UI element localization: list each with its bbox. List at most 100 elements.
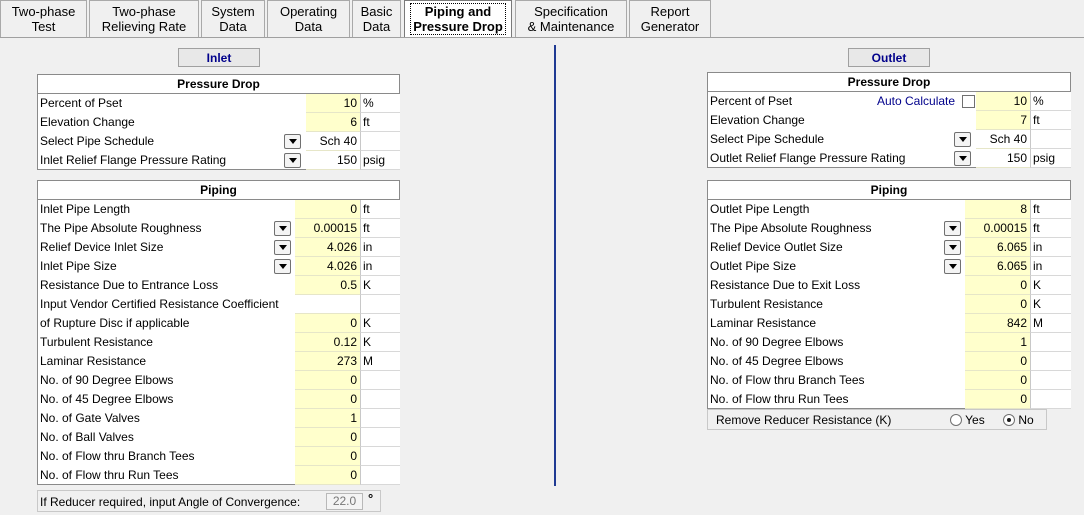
branch-tees-input[interactable]: 0 <box>295 447 360 466</box>
reducer-angle-input[interactable]: 22.0 <box>326 493 363 510</box>
inlet-pressure-drop-panel: Pressure Drop Percent of Pset 10 % Eleva… <box>37 74 400 170</box>
chevron-down-icon[interactable] <box>944 221 961 236</box>
tab-label: Specification & Maintenance <box>528 4 615 34</box>
unit-label: ft <box>1030 200 1071 219</box>
tab-line2: Relieving Rate <box>101 19 187 34</box>
outlet-percent-pset-input[interactable]: 10 <box>976 92 1030 111</box>
outlet-pipe-schedule-row: Select Pipe Schedule Sch 40 <box>708 130 1071 149</box>
tab-line1: System <box>211 4 255 19</box>
outlet-elbows-90-input[interactable]: 1 <box>965 333 1030 352</box>
radio-no-label: No <box>1018 413 1034 427</box>
unit-label: M <box>1030 314 1071 333</box>
entrance-loss-input[interactable]: 0.5 <box>295 276 360 295</box>
outlet-run-tees-input[interactable]: 0 <box>965 390 1030 409</box>
unit-label: K <box>360 333 400 352</box>
row-label: Percent of Pset <box>40 96 123 110</box>
tab-label: Two-phase Relieving Rate <box>102 4 187 34</box>
unit-label <box>1030 130 1071 149</box>
unit-label <box>360 390 400 409</box>
outlet-pipe-length-input[interactable]: 8 <box>965 200 1030 219</box>
elbows-45-input[interactable]: 0 <box>295 390 360 409</box>
auto-calculate-checkbox[interactable] <box>962 95 975 108</box>
chevron-down-icon[interactable] <box>274 259 291 274</box>
relief-device-inlet-size-input[interactable]: 4.026 <box>295 238 360 257</box>
tab-report-generator[interactable]: Report Generator <box>629 0 711 37</box>
chevron-down-icon[interactable] <box>274 221 291 236</box>
outlet-branch-tees-input[interactable]: 0 <box>965 371 1030 390</box>
unit-label: in <box>1030 238 1071 257</box>
chevron-down-icon[interactable] <box>954 151 971 166</box>
inlet-percent-pset-row: Percent of Pset 10 % <box>38 94 400 113</box>
outlet-piping-row: Outlet Pipe Length 8 ft <box>708 200 1071 219</box>
inlet-flange-rating-select[interactable]: 150 <box>306 151 360 170</box>
inlet-percent-pset-input[interactable]: 10 <box>306 94 360 113</box>
row-label: No. of Flow thru Branch Tees <box>40 449 195 463</box>
inlet-pipe-schedule-select[interactable]: Sch 40 <box>306 132 360 151</box>
unit-label <box>1030 352 1071 371</box>
outlet-pipe-size-input[interactable]: 6.065 <box>965 257 1030 276</box>
relief-device-outlet-size-input[interactable]: 6.065 <box>965 238 1030 257</box>
inlet-piping-row: No. of Gate Valves 1 <box>38 409 400 428</box>
inlet-pipe-size-input[interactable]: 4.026 <box>295 257 360 276</box>
inlet-section-button[interactable]: Inlet <box>178 48 260 67</box>
unit-label <box>1030 390 1071 409</box>
chevron-down-icon[interactable] <box>944 259 961 274</box>
turbulent-resistance-value[interactable]: 0.12 <box>295 333 360 352</box>
outlet-piping-row: The Pipe Absolute Roughness 0.00015 ft <box>708 219 1071 238</box>
inlet-roughness-input[interactable]: 0.00015 <box>295 219 360 238</box>
inlet-piping-row: of Rupture Disc if applicable 0 K <box>38 314 400 333</box>
laminar-resistance-value[interactable]: 273 <box>295 352 360 371</box>
inlet-pipe-schedule-row: Select Pipe Schedule Sch 40 <box>38 132 400 151</box>
rupture-disc-coefficient-input[interactable]: 0 <box>295 314 360 333</box>
outlet-elevation-change-input[interactable]: 7 <box>976 111 1030 130</box>
outlet-flange-rating-select[interactable]: 150 <box>976 149 1030 168</box>
chevron-down-icon[interactable] <box>944 240 961 255</box>
reducer-yes-option[interactable]: Yes <box>950 413 985 427</box>
tab-operating-data[interactable]: Operating Data <box>267 0 350 37</box>
inlet-elevation-change-input[interactable]: 6 <box>306 113 360 132</box>
radio-yes[interactable] <box>950 414 962 426</box>
outlet-roughness-input[interactable]: 0.00015 <box>965 219 1030 238</box>
tab-piping-pressure-drop[interactable]: Piping and Pressure Drop <box>404 0 512 37</box>
unit-label: in <box>360 257 400 276</box>
row-label: No. of 45 Degree Elbows <box>710 354 844 368</box>
outlet-percent-pset-row: Percent of Pset Auto Calculate 10 % <box>708 92 1071 111</box>
tab-label: Two-phase Test <box>12 4 76 34</box>
row-label: No. of 90 Degree Elbows <box>40 373 174 387</box>
tab-two-phase-test[interactable]: Two-phase Test <box>0 0 87 37</box>
row-label: No. of Ball Valves <box>40 430 134 444</box>
row-label: Relief Device Inlet Size <box>40 240 164 254</box>
elbows-90-input[interactable]: 0 <box>295 371 360 390</box>
outlet-piping-row: Relief Device Outlet Size 6.065 in <box>708 238 1071 257</box>
tab-specification-maintenance[interactable]: Specification & Maintenance <box>515 0 627 37</box>
tab-two-phase-relieving-rate[interactable]: Two-phase Relieving Rate <box>89 0 199 37</box>
panel-heading: Piping <box>708 181 1070 200</box>
tab-line1: Basic <box>360 4 393 19</box>
gate-valves-input[interactable]: 1 <box>295 409 360 428</box>
run-tees-input[interactable]: 0 <box>295 466 360 485</box>
reducer-no-option[interactable]: No <box>1003 413 1034 427</box>
row-label: The Pipe Absolute Roughness <box>710 221 872 235</box>
panel-heading: Pressure Drop <box>38 75 399 94</box>
unit-label: % <box>360 94 400 113</box>
outlet-turbulent-resistance-value[interactable]: 0 <box>965 295 1030 314</box>
inlet-piping-panel: Piping Inlet Pipe Length 0 ft The Pipe Abs… <box>37 180 400 485</box>
radio-no[interactable] <box>1003 414 1015 426</box>
row-label: Laminar Resistance <box>40 354 147 368</box>
chevron-down-icon[interactable] <box>274 240 291 255</box>
unit-label: ft <box>360 200 400 219</box>
chevron-down-icon[interactable] <box>954 132 971 147</box>
outlet-laminar-resistance-value[interactable]: 842 <box>965 314 1030 333</box>
outlet-elbows-45-input[interactable]: 0 <box>965 352 1030 371</box>
row-label: No. of Flow thru Run Tees <box>710 392 849 406</box>
outlet-pipe-schedule-select[interactable]: Sch 40 <box>976 130 1030 149</box>
ball-valves-input[interactable]: 0 <box>295 428 360 447</box>
outlet-section-button[interactable]: Outlet <box>848 48 930 67</box>
inlet-piping-row: The Pipe Absolute Roughness 0.00015 ft <box>38 219 400 238</box>
chevron-down-icon[interactable] <box>284 153 301 168</box>
tab-basic-data[interactable]: Basic Data <box>352 0 401 37</box>
chevron-down-icon[interactable] <box>284 134 301 149</box>
inlet-pipe-length-input[interactable]: 0 <box>295 200 360 219</box>
tab-system-data[interactable]: System Data <box>201 0 265 37</box>
exit-loss-input[interactable]: 0 <box>965 276 1030 295</box>
